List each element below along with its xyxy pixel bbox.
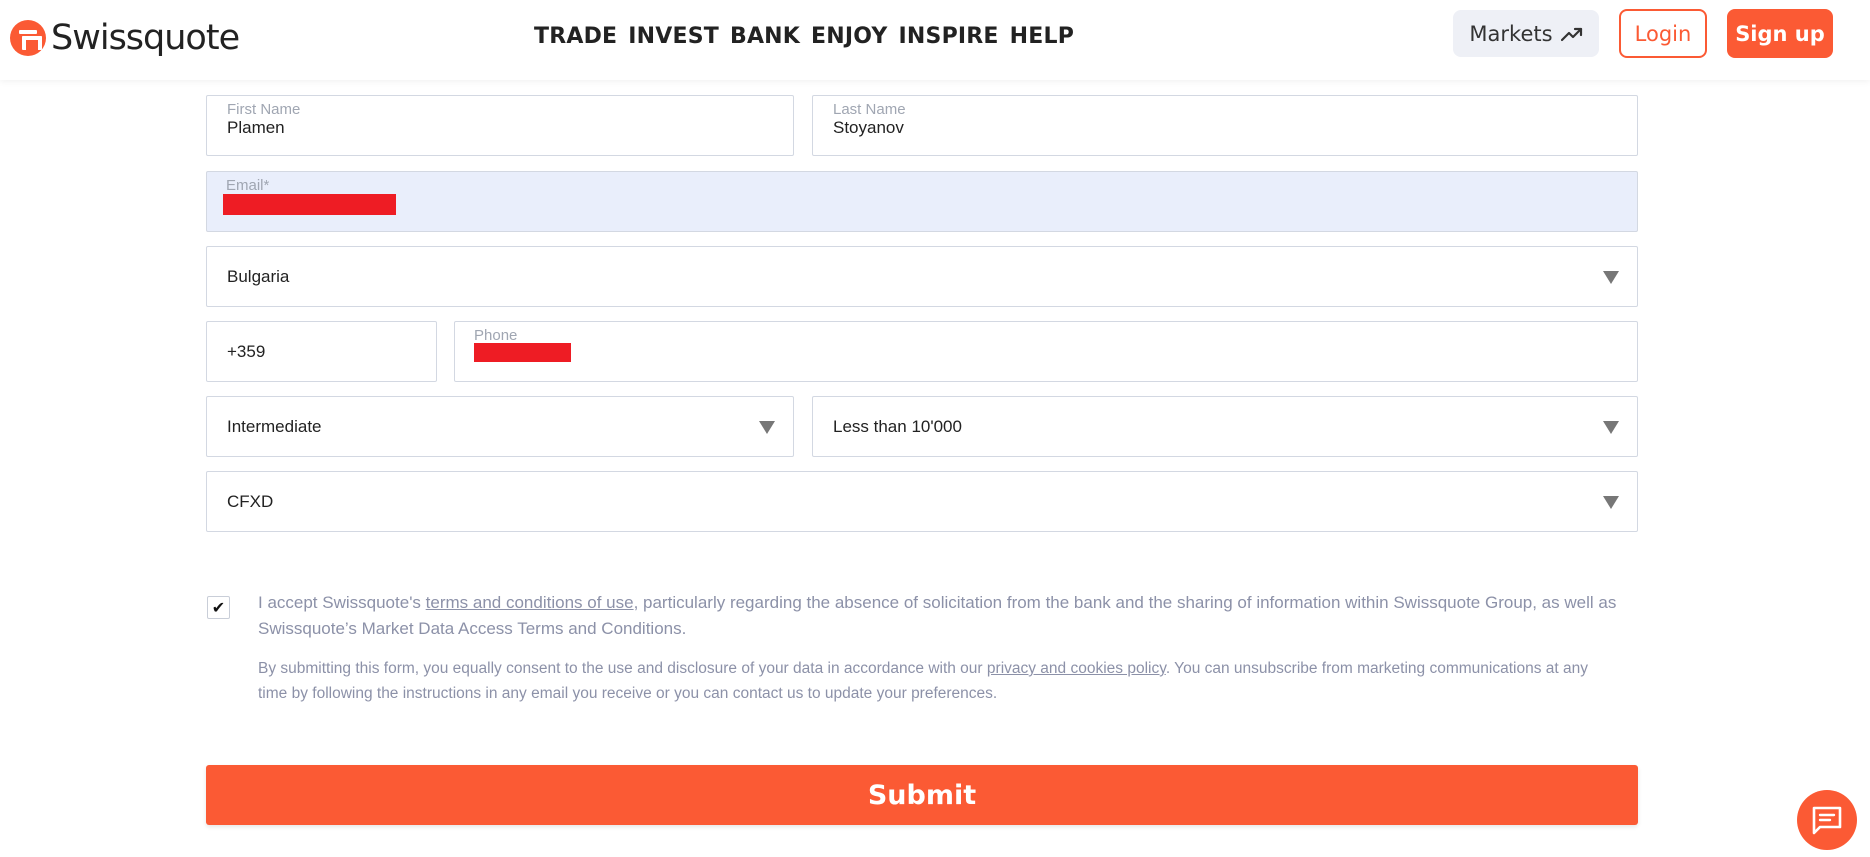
chevron-down-icon xyxy=(1603,420,1619,434)
phone-code-field[interactable]: +359 xyxy=(206,321,437,382)
chevron-down-icon xyxy=(1603,270,1619,284)
terms-checkbox[interactable]: ✔ xyxy=(207,596,230,619)
consent-text-before: I accept Swissquote's xyxy=(258,593,426,612)
nav-trade[interactable]: TRADE xyxy=(534,24,617,49)
nav-inspire[interactable]: INSPIRE xyxy=(899,24,999,49)
chat-icon xyxy=(1812,806,1842,835)
nav-bank[interactable]: BANK xyxy=(730,24,800,49)
nav-help[interactable]: HELP xyxy=(1010,24,1074,49)
swissquote-logo-icon xyxy=(10,20,46,56)
privacy-notice: By submitting this form, you equally con… xyxy=(258,656,1620,706)
amount-select[interactable]: Less than 10'000 xyxy=(812,396,1638,457)
phone-field[interactable]: Phone xyxy=(454,321,1638,382)
submit-button[interactable]: Submit xyxy=(206,765,1638,825)
email-label: Email* xyxy=(226,177,270,194)
amount-value: Less than 10'000 xyxy=(833,416,962,436)
notice-text-before: By submitting this form, you equally con… xyxy=(258,660,987,677)
country-value: Bulgaria xyxy=(227,266,290,286)
phone-redaction xyxy=(474,343,571,362)
trending-up-icon xyxy=(1560,27,1582,41)
login-button[interactable]: Login xyxy=(1619,9,1707,58)
chat-button[interactable] xyxy=(1797,790,1857,850)
experience-value: Intermediate xyxy=(227,416,322,436)
last-name-value: Stoyanov xyxy=(833,118,904,137)
first-name-label: First Name xyxy=(227,101,301,118)
email-redaction xyxy=(223,194,396,215)
privacy-policy-link[interactable]: privacy and cookies policy xyxy=(987,660,1166,677)
first-name-value: Plamen xyxy=(227,118,285,137)
last-name-label: Last Name xyxy=(833,101,906,118)
email-field[interactable]: Email* xyxy=(206,171,1638,232)
nav-invest[interactable]: INVEST xyxy=(628,24,719,49)
chevron-down-icon xyxy=(759,420,775,434)
phone-code-value: +359 xyxy=(227,341,266,361)
logo-text: Swissquote xyxy=(51,18,240,58)
markets-button[interactable]: Markets xyxy=(1453,10,1599,57)
terms-link[interactable]: terms and conditions of use xyxy=(426,593,634,612)
signup-button[interactable]: Sign up xyxy=(1727,9,1833,58)
country-select[interactable]: Bulgaria xyxy=(206,246,1638,307)
experience-select[interactable]: Intermediate xyxy=(206,396,794,457)
logo[interactable]: Swissquote xyxy=(10,18,240,58)
markets-label: Markets xyxy=(1469,21,1553,46)
nav-enjoy[interactable]: ENJOY xyxy=(811,24,887,49)
last-name-field[interactable]: Last Name Stoyanov xyxy=(812,95,1638,156)
terms-consent-text: I accept Swissquote's terms and conditio… xyxy=(258,590,1620,642)
site-header: Swissquote TRADE INVEST BANK ENJOY INSPI… xyxy=(0,0,1870,80)
product-select[interactable]: CFXD xyxy=(206,471,1638,532)
product-value: CFXD xyxy=(227,491,274,511)
chevron-down-icon xyxy=(1603,495,1619,509)
main-nav: TRADE INVEST BANK ENJOY INSPIRE HELP xyxy=(534,24,1074,49)
phone-label: Phone xyxy=(474,327,518,344)
checkmark-icon: ✔ xyxy=(211,599,226,617)
first-name-field[interactable]: First Name Plamen xyxy=(206,95,794,156)
